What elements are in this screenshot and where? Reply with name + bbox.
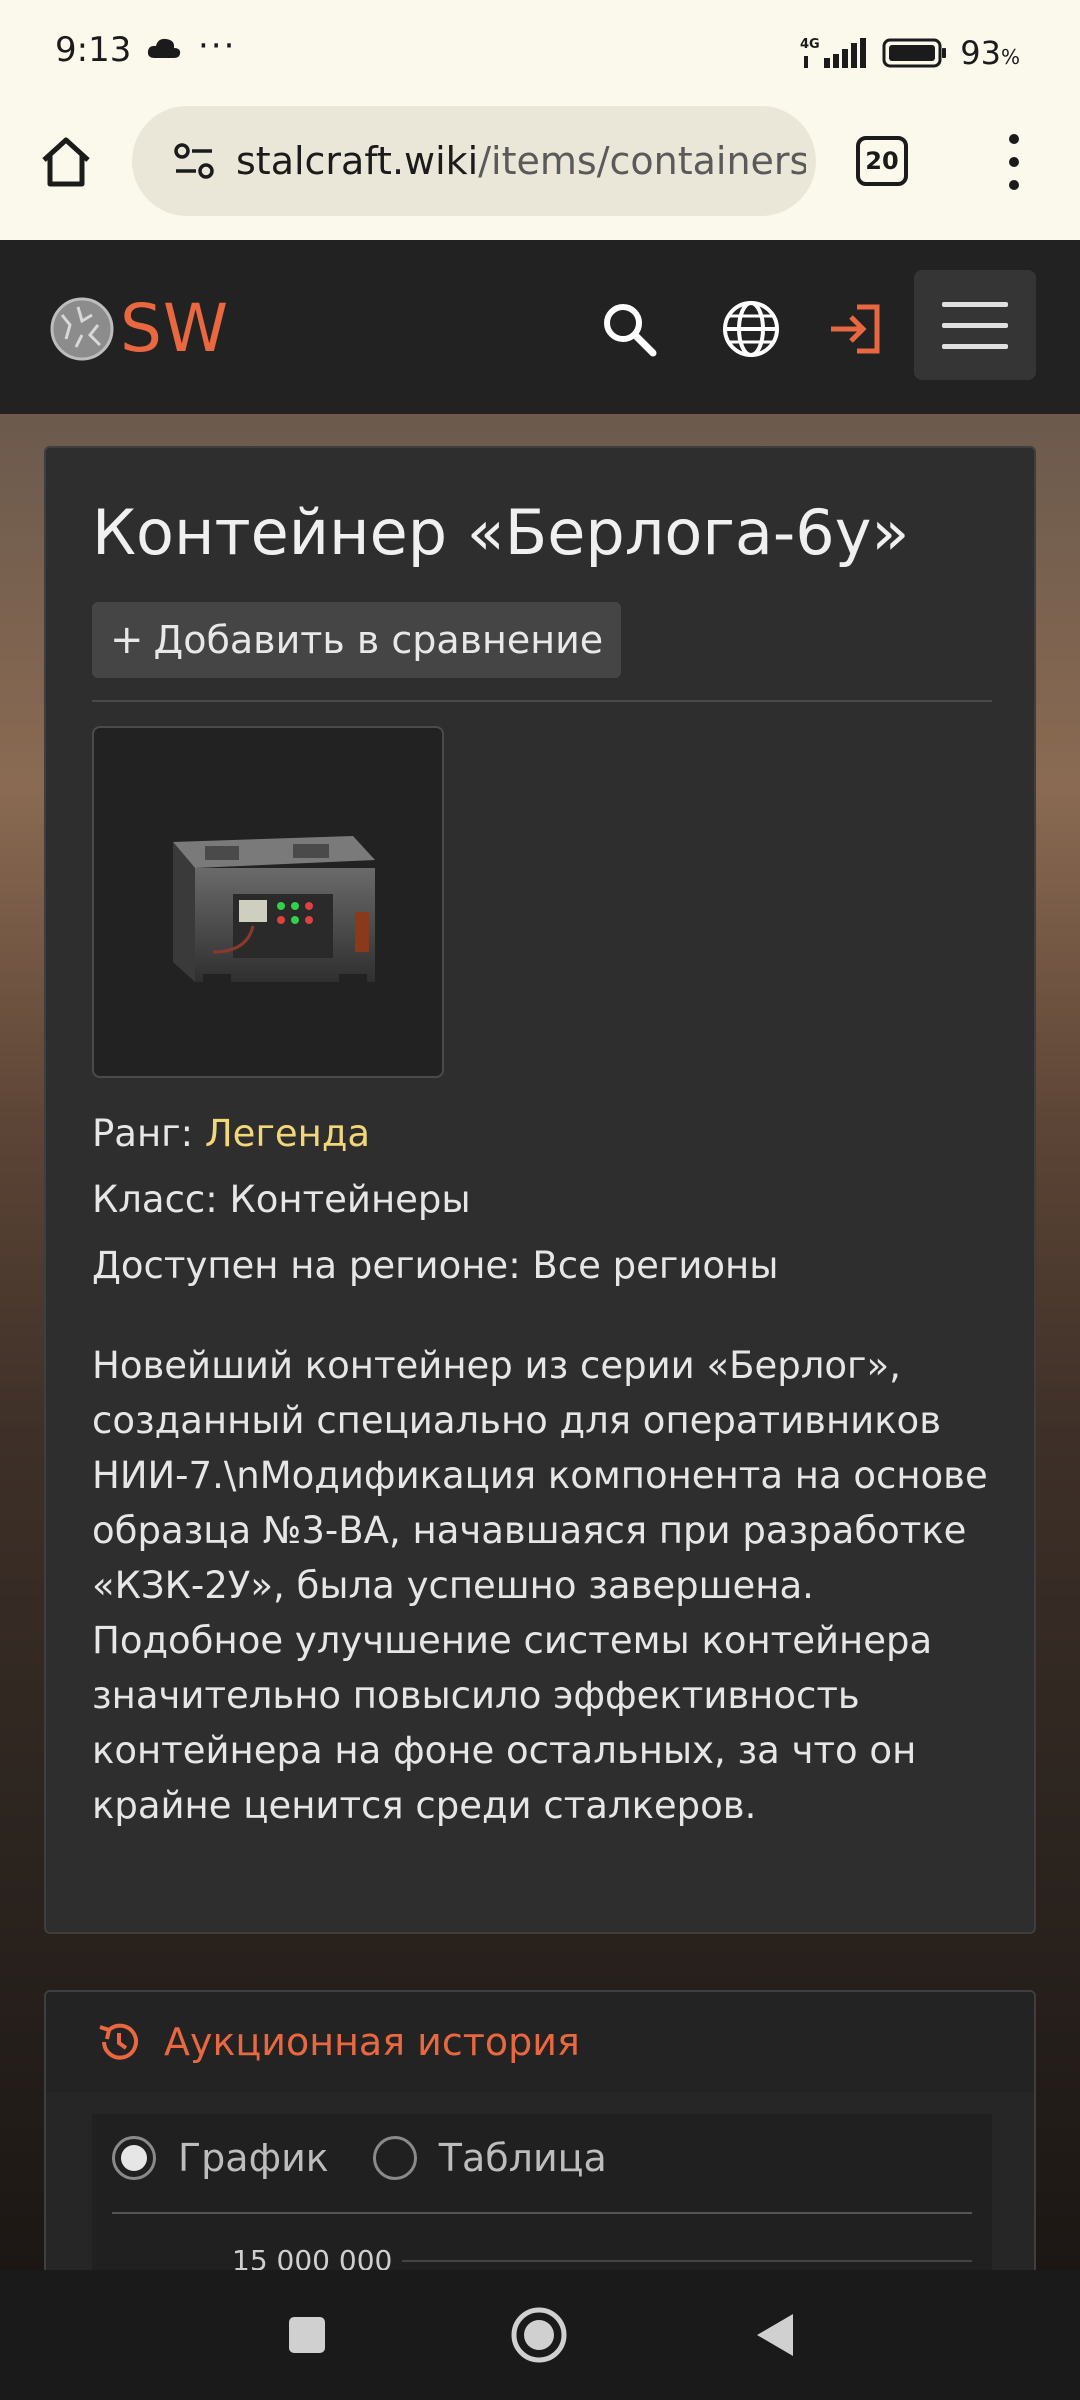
site-settings-icon[interactable] — [172, 141, 216, 181]
browser-toolbar: stalcraft.wiki/items/containers 20 — [0, 100, 1080, 240]
url-text: stalcraft.wiki/items/containers — [236, 139, 806, 183]
home-button[interactable] — [36, 132, 96, 192]
plus-icon: + — [110, 617, 144, 663]
browser-menu-icon[interactable] — [1000, 134, 1028, 190]
chart-radio[interactable] — [112, 2136, 156, 2180]
item-class: Класс: Контейнеры — [92, 1178, 471, 1221]
language-button[interactable] — [718, 296, 784, 362]
auction-view-switch: График Таблица 15 000 000 — [92, 2114, 992, 2278]
square-icon — [289, 2317, 325, 2353]
status-more-icon: ··· — [198, 26, 237, 66]
signal-icon: 4G — [800, 37, 867, 68]
auction-history-title: Аукционная история — [164, 2020, 580, 2064]
divider — [92, 700, 992, 702]
battery-icon — [882, 38, 947, 68]
item-card: Контейнер «Берлога-6у» + Добавить в срав… — [44, 446, 1036, 1934]
chart-grid-line — [402, 2260, 972, 2262]
battery-percent: 93% — [960, 34, 1020, 72]
status-bar: 9:13 ··· 4G 93% — [0, 0, 1080, 100]
login-button[interactable] — [822, 296, 888, 362]
triangle-back-icon — [757, 2314, 793, 2356]
site-header: SW — [0, 240, 1080, 414]
table-radio[interactable] — [372, 2136, 417, 2180]
divider — [112, 2212, 972, 2214]
add-to-compare-label: Добавить в сравнение — [153, 618, 604, 662]
address-bar[interactable]: stalcraft.wiki/items/containers — [132, 106, 816, 216]
item-image — [92, 726, 444, 1078]
circle-home-icon — [511, 2307, 567, 2363]
add-to-compare-button[interactable]: + Добавить в сравнение — [92, 602, 622, 678]
history-icon — [99, 2023, 138, 2060]
search-icon — [604, 304, 657, 357]
home-icon — [42, 137, 90, 187]
item-description: Новейший контейнер из серии «Берлог», со… — [92, 1344, 988, 1827]
rank-label: Ранг: — [92, 1112, 194, 1155]
site-logo[interactable]: SW — [48, 290, 229, 367]
item-rank: Ранг: Легенда — [92, 1112, 370, 1155]
auction-history-header[interactable]: Аукционная история — [46, 1992, 1034, 2092]
recents-button[interactable] — [272, 2300, 342, 2370]
hamburger-menu-icon[interactable] — [914, 270, 1036, 380]
logo-text: SW — [120, 290, 230, 367]
rank-value: Легенда — [204, 1112, 371, 1155]
tab-switcher-button[interactable]: 20 — [856, 136, 908, 186]
logo-emblem-icon — [50, 297, 114, 360]
back-button[interactable] — [740, 2300, 810, 2370]
home-nav-button[interactable] — [504, 2300, 574, 2370]
svg-text:4G: 4G — [800, 37, 820, 52]
status-time: 9:13 — [55, 30, 132, 70]
globe-icon — [723, 301, 779, 357]
page-title: Контейнер «Берлога-6у» — [92, 496, 910, 569]
login-icon — [831, 304, 880, 354]
auction-history-panel: Аукционная история График Таблица 15 000… — [44, 1990, 1036, 2280]
chart-radio-label[interactable]: График — [178, 2136, 329, 2180]
item-region: Доступен на регионе: Все регионы — [92, 1244, 779, 1287]
system-navigation-bar — [0, 2270, 1080, 2400]
table-radio-label[interactable]: Таблица — [439, 2136, 607, 2180]
cloud-icon — [146, 36, 182, 64]
search-button[interactable] — [596, 296, 662, 362]
